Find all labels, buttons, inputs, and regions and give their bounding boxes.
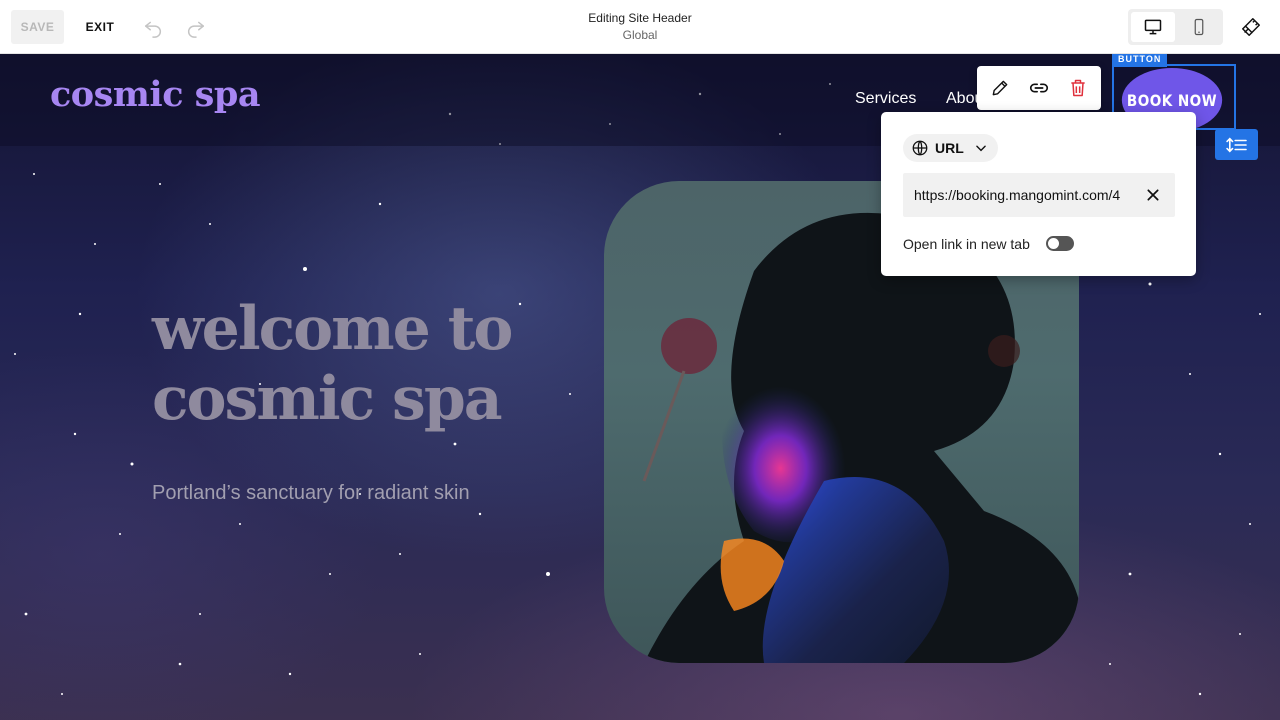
trash-icon[interactable] bbox=[1065, 75, 1091, 101]
device-toggle bbox=[1128, 9, 1223, 45]
nav-link-services[interactable]: Services bbox=[855, 90, 916, 108]
desktop-icon[interactable] bbox=[1131, 12, 1175, 42]
new-tab-label: Open link in new tab bbox=[903, 236, 1030, 252]
url-field bbox=[903, 173, 1175, 217]
hero-title: welcome to cosmic spa bbox=[152, 294, 513, 434]
link-popover: URL Open link in new tab bbox=[881, 112, 1196, 276]
editor-title-main: Editing Site Header bbox=[588, 11, 692, 25]
chevron-down-icon bbox=[974, 141, 988, 155]
nav-link-about[interactable]: About bbox=[946, 90, 980, 108]
link-icon[interactable] bbox=[1026, 75, 1052, 101]
mobile-icon[interactable] bbox=[1177, 12, 1220, 42]
site-canvas: cosmic spa Services About BOOK NOW BUTTO… bbox=[0, 54, 1280, 720]
url-input[interactable] bbox=[914, 173, 1134, 217]
close-icon[interactable] bbox=[1141, 183, 1165, 207]
element-toolbar bbox=[977, 66, 1101, 110]
link-type-dropdown[interactable]: URL bbox=[903, 134, 998, 162]
hero-subtitle: Portland’s sanctuary for radiant skin bbox=[152, 482, 470, 504]
editor-title: Editing Site Header Global bbox=[540, 11, 740, 42]
toggle-knob bbox=[1048, 238, 1059, 249]
exit-button[interactable]: EXIT bbox=[78, 10, 122, 44]
paintbrush-icon[interactable] bbox=[1238, 14, 1264, 40]
editor-title-sub: Global bbox=[622, 28, 658, 42]
undo-icon[interactable] bbox=[140, 14, 166, 40]
link-type-label: URL bbox=[935, 140, 964, 156]
hero-title-line-2: cosmic spa bbox=[152, 364, 503, 434]
pencil-icon[interactable] bbox=[987, 75, 1013, 101]
new-tab-toggle[interactable] bbox=[1046, 236, 1074, 251]
site-logo[interactable]: cosmic spa bbox=[50, 74, 261, 115]
hero-title-line-1: welcome to bbox=[152, 294, 513, 364]
editor-topbar: SAVE EXIT Editing Site Header Global bbox=[0, 0, 1280, 54]
redo-icon[interactable] bbox=[183, 14, 209, 40]
spacing-handle-icon[interactable] bbox=[1215, 129, 1258, 160]
selection-type-tag: BUTTON bbox=[1112, 54, 1168, 67]
save-button[interactable]: SAVE bbox=[11, 10, 64, 44]
globe-icon bbox=[911, 139, 929, 157]
